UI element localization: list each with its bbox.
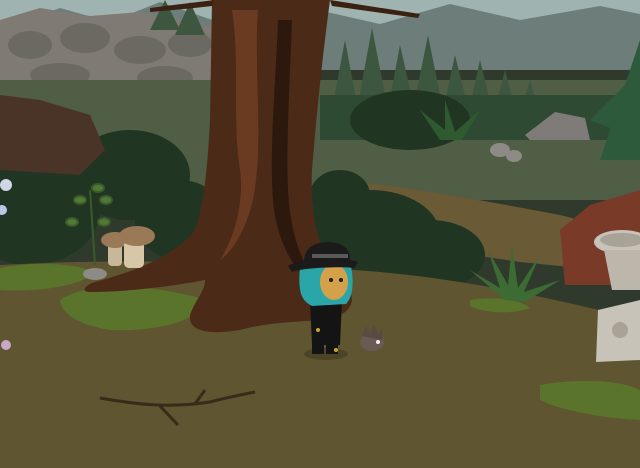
avatar-face: [320, 264, 348, 300]
avatar-accent: [334, 348, 338, 352]
game-viewport[interactable]: [0, 0, 640, 468]
avatar-eye: [329, 278, 333, 282]
stone-birdbath: [594, 230, 640, 362]
avatar-accent: [316, 328, 320, 332]
avatar-eye: [339, 278, 343, 282]
avatar-hatband: [312, 254, 348, 258]
forest-scene[interactable]: [0, 0, 640, 468]
avatar-leg-left: [312, 340, 324, 354]
pet-eye: [376, 340, 380, 344]
avatar-body: [310, 300, 342, 345]
